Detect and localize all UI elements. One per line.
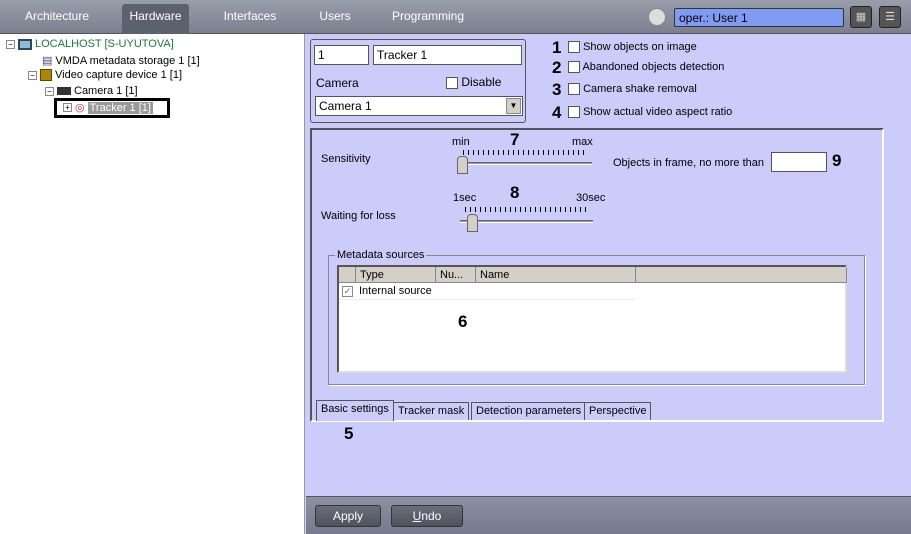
camera-label: Camera [316, 76, 359, 90]
callout-4: 4 [552, 103, 562, 122]
option-label: Abandoned objects detection [582, 61, 725, 73]
sensitivity-max-label: max [572, 136, 593, 148]
wait-track [460, 220, 593, 223]
checkbox[interactable] [568, 83, 580, 96]
checkbox[interactable] [568, 106, 580, 119]
tree-label: Tracker 1 [1] [87, 101, 153, 114]
undo-button[interactable]: Undo [391, 505, 463, 527]
sensitivity-label: Sensitivity [321, 153, 371, 165]
sensitivity-slider-thumb[interactable] [457, 156, 468, 174]
tracker-icon: ◎ [75, 102, 85, 114]
tree-item-video-capture-device[interactable]: − Video capture device 1 [1] [28, 69, 182, 81]
column-header-name[interactable]: Name [476, 267, 636, 283]
waiting-for-loss-label: Waiting for loss [321, 210, 396, 222]
sensitivity-track [458, 162, 592, 165]
tracker-settings-panel: Camera Disable Camera 1 ▼ 1 Show objects … [306, 34, 911, 496]
hardware-tree-panel: − LOCALHOST [S-UYUTOVA] ▤ VMDA metadata st… [0, 34, 305, 534]
layout-grid-icon[interactable]: ▦ [850, 6, 872, 28]
checkbox[interactable] [446, 76, 458, 89]
expand-icon[interactable]: + [63, 103, 72, 112]
settings-hex-icon[interactable] [648, 8, 666, 26]
camera-select-value: Camera 1 [319, 99, 372, 113]
option-label: Show objects on image [583, 41, 697, 53]
column-header-type[interactable]: Type [356, 267, 436, 283]
metadata-sources-title: Metadata sources [335, 249, 427, 261]
object-id-field[interactable] [314, 45, 369, 65]
wait-ticks [465, 207, 590, 212]
collapse-icon[interactable]: − [6, 39, 15, 49]
tree-label: Video capture device 1 [1] [55, 69, 182, 81]
tab-detection-parameters[interactable]: Detection parameters [471, 402, 587, 420]
collapse-icon[interactable]: − [45, 86, 54, 96]
option-label: Show actual video aspect ratio [583, 106, 733, 118]
metadata-sources-table: Type Nu... Name ✓ Internal source [337, 265, 847, 373]
tab-architecture[interactable]: Architecture [14, 4, 100, 34]
tab-basic-settings[interactable]: Basic settings [316, 400, 394, 421]
database-icon: ▤ [42, 55, 53, 67]
table-row[interactable]: ✓ Internal source [339, 284, 636, 300]
tab-interfaces[interactable]: Interfaces [214, 4, 286, 34]
tab-hardware[interactable]: Hardware [122, 4, 189, 34]
callout-9: 9 [832, 151, 842, 170]
option-checkbox-4[interactable]: Show actual video aspect ratio [568, 106, 733, 119]
bottom-bar: Apply Undo [306, 496, 911, 534]
callout-5: 5 [344, 424, 354, 443]
wait-slider-thumb[interactable] [467, 214, 479, 232]
object-name-field[interactable] [373, 45, 522, 65]
computer-icon [18, 38, 32, 50]
sensitivity-min-label: min [452, 136, 470, 148]
collapse-icon[interactable]: − [28, 70, 37, 80]
tab-programming[interactable]: Programming [386, 4, 470, 34]
tree-item-tracker[interactable]: + ◎ Tracker 1 [1] [63, 101, 153, 114]
top-navigation-bar: Architecture Hardware Interfaces Users P… [0, 0, 911, 34]
column-header-number[interactable]: Nu... [436, 267, 476, 283]
tree-label: VMDA metadata storage 1 [1] [55, 54, 200, 67]
callout-8: 8 [510, 183, 520, 202]
select-column-header [339, 267, 356, 283]
row-type: Internal source [359, 285, 432, 297]
settings-tabs: Basic settings Tracker mask Detection pa… [306, 400, 906, 422]
sensitivity-ticks [463, 150, 588, 155]
chevron-down-icon[interactable]: ▼ [506, 98, 521, 114]
objects-in-frame-label: Objects in frame, no more than [613, 157, 765, 169]
camera-select[interactable]: Camera 1 ▼ [315, 96, 523, 116]
tab-tracker-mask[interactable]: Tracker mask [393, 402, 470, 420]
user-field[interactable]: oper.: User 1 [674, 8, 844, 27]
option-checkbox-3[interactable]: Camera shake removal [568, 83, 697, 96]
option-label: Camera shake removal [583, 83, 697, 95]
checkbox[interactable] [568, 61, 580, 74]
option-checkbox-2[interactable]: Abandoned objects detection [568, 61, 725, 74]
chip-icon [40, 69, 52, 81]
checkbox[interactable] [568, 41, 580, 54]
callout-1: 1 [552, 38, 562, 57]
column-header-filler [636, 267, 847, 283]
callout-7: 7 [510, 130, 520, 149]
tree-item-localhost[interactable]: − LOCALHOST [S-UYUTOVA] [6, 38, 174, 50]
tree-item-vmda-storage[interactable]: ▤ VMDA metadata storage 1 [1] [42, 54, 200, 68]
disable-label: Disable [461, 75, 502, 89]
apply-button[interactable]: Apply [315, 505, 381, 527]
objects-in-frame-field[interactable] [771, 152, 827, 172]
wait-min-label: 1sec [453, 192, 477, 204]
tab-perspective[interactable]: Perspective [584, 402, 652, 420]
callout-2: 2 [552, 58, 562, 77]
tree-item-camera[interactable]: − Camera 1 [1] [45, 85, 138, 97]
tree-label: LOCALHOST [S-UYUTOVA] [35, 38, 174, 50]
option-checkbox-1[interactable]: Show objects on image [568, 41, 697, 54]
callout-6: 6 [458, 312, 468, 331]
disable-checkbox[interactable]: Disable [446, 75, 501, 89]
row-checkbox[interactable]: ✓ [342, 286, 353, 297]
tree-label: Camera 1 [1] [74, 85, 138, 97]
wait-max-label: 30sec [576, 192, 606, 204]
camera-icon [57, 87, 71, 95]
tab-users[interactable]: Users [310, 4, 360, 34]
menu-icon[interactable]: ☰ [879, 6, 901, 28]
callout-3: 3 [552, 80, 562, 99]
